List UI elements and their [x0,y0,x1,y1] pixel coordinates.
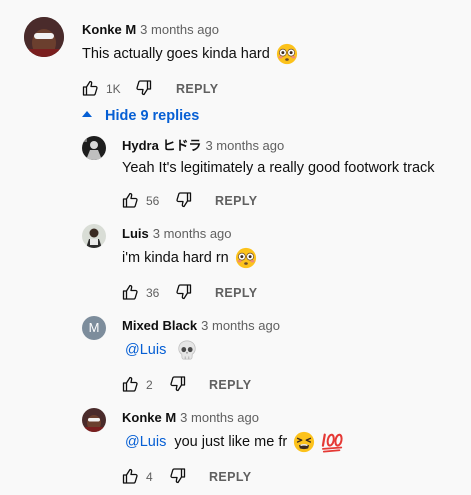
comment-text-body: This actually goes kinda hard [82,45,270,62]
like-count: 36 [146,286,160,300]
reply-author[interactable]: Hydra ヒドラ [122,138,201,153]
thumbs-up-icon[interactable] [82,80,98,96]
comment-header: Konke M 3 months ago [82,21,219,39]
avatar[interactable] [82,408,106,432]
avatar-image [82,136,106,160]
avatar-letter: M [88,320,100,335]
tired-face-emoji-icon [294,431,315,453]
reply-author[interactable]: Luis [122,226,149,241]
hide-replies-label: Hide 9 replies [105,108,200,124]
reply-text: @Luis you just like me fr [125,431,345,453]
reply-text: @Luis [125,339,198,361]
thumbs-up-icon[interactable] [122,284,138,300]
reply-button[interactable]: REPLY [215,193,258,209]
avatar[interactable] [82,136,106,160]
reply-text: i'm kinda hard rn [122,247,257,269]
reply-text-body: you just like me fr [174,433,288,450]
avatar-image [24,17,64,57]
reply-button[interactable]: REPLY [215,285,258,301]
avatar-image [82,224,106,248]
hundred-points-emoji-icon [322,433,343,453]
like-count: 1K [106,82,121,96]
thumbs-down-icon[interactable] [176,284,192,300]
thumbs-up-icon[interactable] [122,192,138,208]
caret-up-icon [82,111,92,118]
thumbs-down-icon[interactable] [176,192,192,208]
flushed-emoji-icon [276,43,298,65]
reply-time[interactable]: 3 months ago [180,410,259,425]
reply-text-body: i'm kinda hard rn [122,249,229,266]
reply-time[interactable]: 3 months ago [153,226,232,241]
thumbs-down-icon[interactable] [170,376,186,392]
reply-text: Yeah It's legitimately a really good foo… [122,160,435,176]
skull-emoji-icon [178,340,196,360]
comment-author[interactable]: Konke M [82,22,136,37]
avatar[interactable] [82,224,106,248]
flushed-emoji-icon [235,247,257,269]
like-count: 2 [146,378,153,392]
comment-time[interactable]: 3 months ago [140,22,219,37]
reply-time[interactable]: 3 months ago [201,318,280,333]
avatar[interactable] [24,17,64,57]
reply-button[interactable]: REPLY [209,469,252,485]
mention-link[interactable]: @Luis [125,434,166,450]
like-count: 56 [146,194,160,208]
like-count: 4 [146,470,153,484]
comment-text: This actually goes kinda hard [82,43,298,65]
avatar-image [82,408,106,432]
reply-author[interactable]: Konke M [122,410,176,425]
reply-header: Luis 3 months ago [122,225,232,243]
reply-time[interactable]: 3 months ago [205,138,284,153]
reply-button[interactable]: REPLY [209,377,252,393]
hide-replies-button[interactable]: Hide 9 replies [82,106,199,126]
reply-header: Mixed Black 3 months ago [122,317,280,335]
reply-header: Hydra ヒドラ 3 months ago [122,137,284,155]
reply-author[interactable]: Mixed Black [122,318,197,333]
avatar[interactable]: M [82,316,106,340]
thumbs-up-icon[interactable] [122,468,138,484]
thumbs-down-icon[interactable] [136,80,152,96]
thumbs-down-icon[interactable] [170,468,186,484]
thumbs-up-icon[interactable] [122,376,138,392]
reply-button[interactable]: REPLY [176,81,219,97]
reply-header: Konke M 3 months ago [122,409,259,427]
mention-link[interactable]: @Luis [125,342,166,358]
